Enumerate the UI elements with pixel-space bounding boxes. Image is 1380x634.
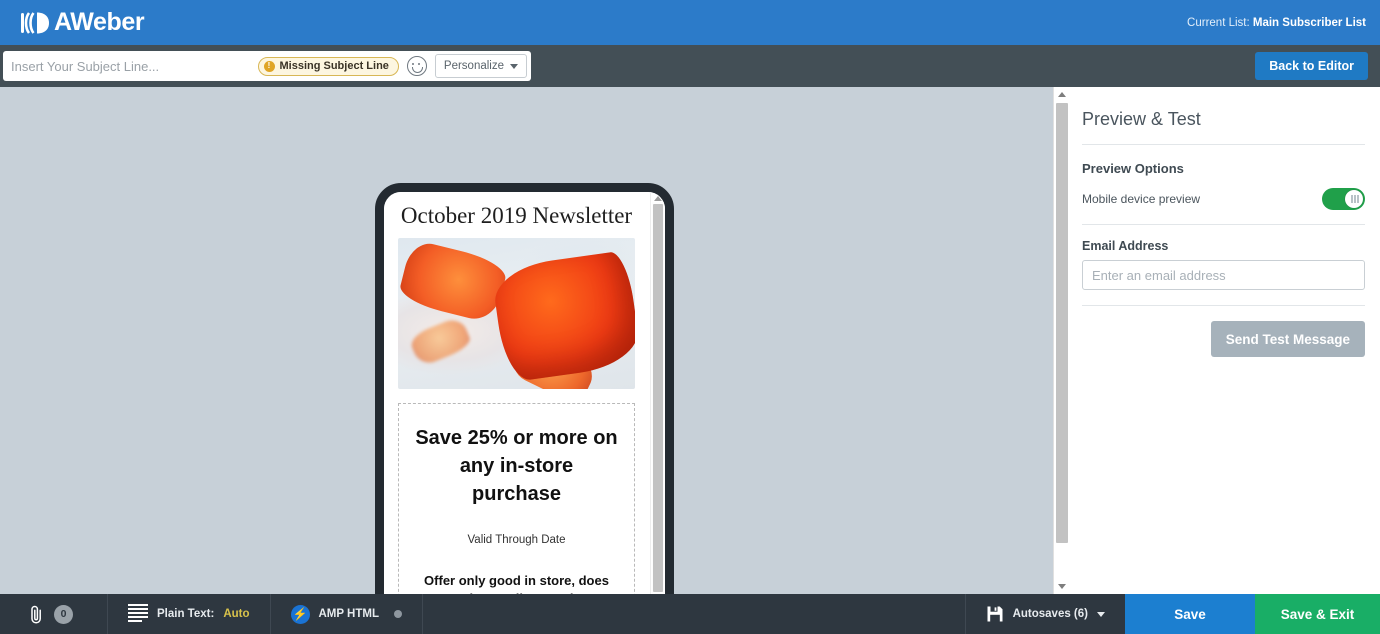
coupon-fine-print: Offer only good in store, does not apply… — [423, 572, 611, 594]
back-to-editor-button[interactable]: Back to Editor — [1255, 52, 1368, 80]
mobile-preview-label: Mobile device preview — [1082, 192, 1201, 206]
missing-subject-label: Missing Subject Line — [279, 60, 389, 72]
current-list-value: Main Subscriber List — [1252, 16, 1366, 29]
canvas-scroll-up-arrow-icon[interactable] — [1058, 92, 1066, 97]
amp-html-label: AMP HTML — [318, 608, 379, 620]
brand-name: AWeber — [54, 8, 145, 36]
preview-test-panel: Preview & Test Preview Options Mobile de… — [1070, 87, 1380, 594]
attachments-button[interactable]: 0 — [0, 594, 108, 634]
smiley-face-icon[interactable] — [406, 56, 427, 76]
mobile-preview-row: Mobile device preview — [1082, 176, 1365, 225]
email-address-label: Email Address — [1082, 239, 1169, 253]
subject-input[interactable] — [11, 53, 250, 79]
panel-title: Preview & Test — [1082, 109, 1365, 145]
aweber-message-editor: AWeber Current List: Main Subscriber Lis… — [0, 0, 1380, 634]
current-list: Current List: Main Subscriber List — [1187, 17, 1366, 29]
mobile-device-frame: October 2019 Newsletter Save 25% or more… — [375, 183, 674, 594]
scroll-up-arrow-icon[interactable] — [654, 196, 662, 201]
test-email-input[interactable] — [1082, 260, 1365, 290]
canvas-scrollbar-thumb[interactable] — [1056, 103, 1068, 543]
bottom-toolbar-left: 0 Plain Text: Auto ⚡ AMP HTML — [0, 594, 423, 634]
panel-divider — [1082, 305, 1365, 306]
leaf-shape-mid — [398, 238, 509, 325]
amp-html-button[interactable]: ⚡ AMP HTML — [271, 594, 423, 634]
device-scrollbar[interactable] — [650, 192, 665, 594]
preview-options-heading: Preview Options — [1082, 161, 1184, 176]
email-title: October 2019 Newsletter — [400, 203, 633, 228]
canvas-scrollbar[interactable] — [1053, 87, 1070, 594]
paperclip-icon — [31, 605, 41, 624]
missing-subject-badge: ! Missing Subject Line — [257, 56, 399, 76]
chevron-down-icon — [1097, 611, 1105, 617]
aweber-logo-icon — [21, 11, 49, 34]
coupon-valid-text: Valid Through Date — [467, 533, 566, 546]
hero-image — [398, 237, 635, 389]
plain-text-value: Auto — [223, 608, 250, 620]
brand-header: AWeber Current List: Main Subscriber Lis… — [0, 0, 1380, 45]
chevron-down-icon — [510, 63, 518, 69]
attachments-count: 0 — [54, 604, 73, 624]
autosaves-label: Autosaves (6) — [1012, 608, 1088, 620]
leaf-shape-big — [490, 249, 635, 383]
floppy-disk-icon — [987, 606, 1003, 622]
subject-toolbar: ! Missing Subject Line Personalize Back … — [0, 45, 1380, 87]
warning-icon: ! — [263, 60, 275, 72]
amp-bolt-icon: ⚡ — [290, 604, 310, 624]
bottom-toolbar: 0 Plain Text: Auto ⚡ AMP HTML Autosaves … — [0, 594, 1380, 634]
subject-field-group: ! Missing Subject Line Personalize — [3, 51, 531, 81]
send-test-message-button[interactable]: Send Test Message — [1210, 321, 1365, 357]
coupon-block: Save 25% or more on any in-store purchas… — [398, 402, 635, 594]
plain-text-label: Plain Text: — [157, 608, 215, 620]
preview-canvas: October 2019 Newsletter Save 25% or more… — [0, 87, 1070, 594]
plain-text-lines-icon — [128, 604, 149, 625]
plain-text-button[interactable]: Plain Text: Auto — [108, 594, 271, 634]
personalize-dropdown[interactable]: Personalize — [434, 54, 527, 78]
device-scrollbar-thumb[interactable] — [653, 204, 663, 592]
coupon-headline: Save 25% or more on any in-store purchas… — [415, 426, 618, 505]
status-dot-icon — [393, 610, 402, 618]
save-button[interactable]: Save — [1125, 594, 1255, 634]
canvas-scroll-down-arrow-icon[interactable] — [1058, 584, 1066, 589]
email-preview-content: October 2019 Newsletter Save 25% or more… — [384, 192, 649, 594]
device-screen: October 2019 Newsletter Save 25% or more… — [384, 192, 665, 594]
aweber-logo[interactable]: AWeber — [20, 8, 145, 36]
leaf-shape-tiny — [408, 315, 474, 368]
bottom-toolbar-right: Autosaves (6) Save Save & Exit — [964, 594, 1380, 634]
autosaves-dropdown[interactable]: Autosaves (6) — [964, 594, 1125, 634]
send-row: Send Test Message — [1082, 321, 1365, 357]
toggle-knob-icon — [1345, 190, 1363, 208]
current-list-label: Current List: — [1187, 16, 1250, 29]
mobile-preview-toggle[interactable] — [1322, 188, 1365, 210]
editor-body: October 2019 Newsletter Save 25% or more… — [0, 87, 1380, 594]
personalize-label: Personalize — [443, 60, 504, 72]
save-and-exit-button[interactable]: Save & Exit — [1255, 594, 1380, 634]
